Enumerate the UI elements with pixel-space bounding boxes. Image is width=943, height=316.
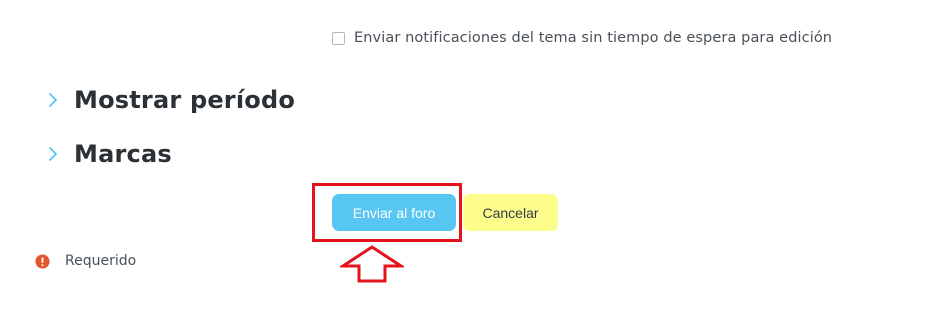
required-legend: Requerido xyxy=(35,253,136,269)
section-marcas[interactable]: Marcas xyxy=(46,140,172,168)
submit-to-forum-button[interactable]: Enviar al foro xyxy=(332,194,456,231)
notify-checkbox[interactable] xyxy=(332,31,345,45)
section-mostrar-periodo[interactable]: Mostrar período xyxy=(46,86,295,114)
chevron-right-icon[interactable] xyxy=(46,144,60,164)
exclamation-circle-icon xyxy=(35,253,50,269)
section-title[interactable]: Marcas xyxy=(74,140,172,168)
up-arrow-icon xyxy=(340,245,404,283)
notify-option: Enviar notificaciones del tema sin tiemp… xyxy=(332,30,832,46)
section-title[interactable]: Mostrar período xyxy=(74,86,295,114)
notify-checkbox-label[interactable]: Enviar notificaciones del tema sin tiemp… xyxy=(354,30,832,46)
chevron-right-icon[interactable] xyxy=(46,90,60,110)
cancel-button[interactable]: Cancelar xyxy=(463,194,558,231)
required-label: Requerido xyxy=(65,253,137,269)
